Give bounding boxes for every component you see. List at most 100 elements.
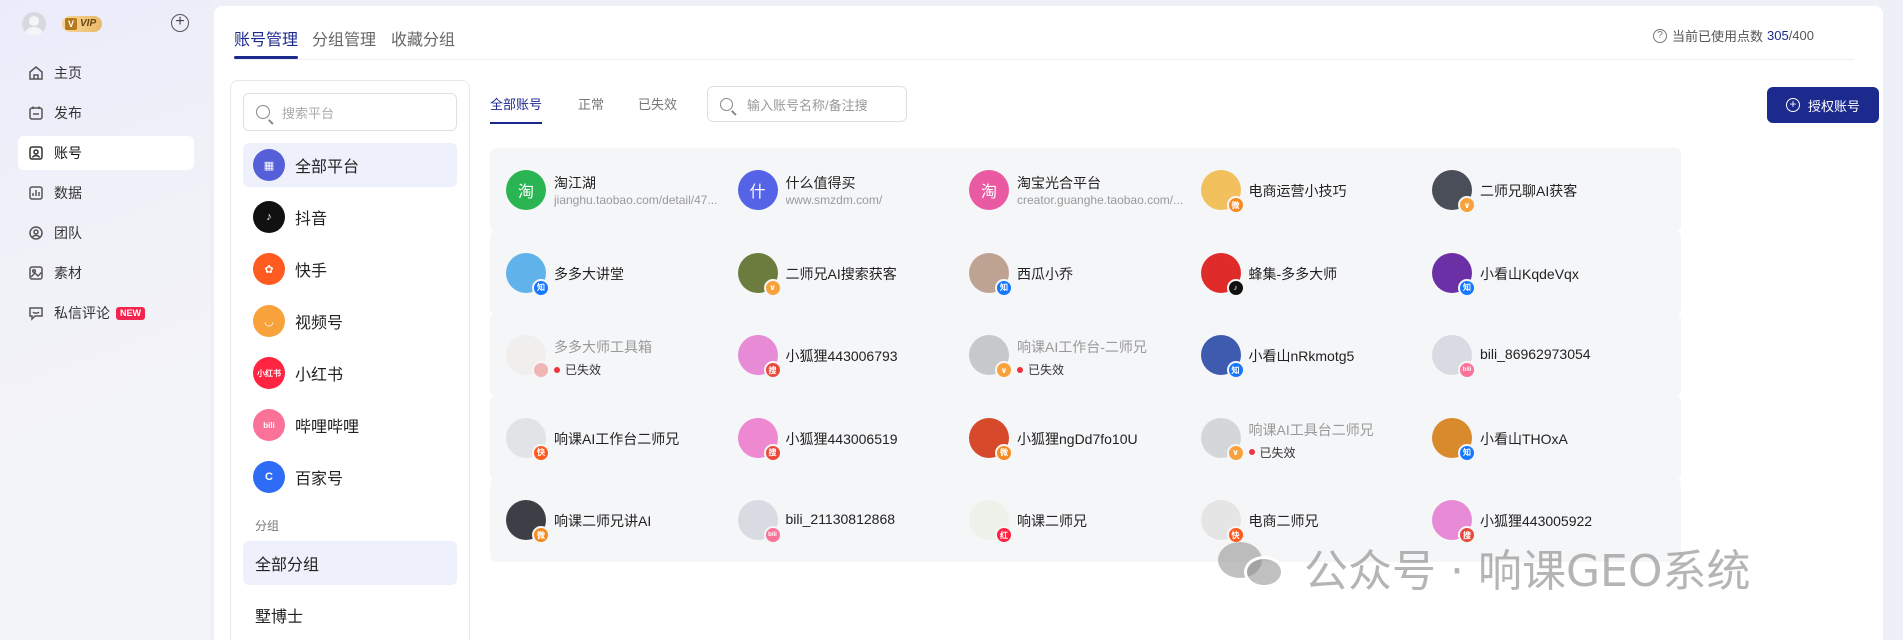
watermark-text: 公众号 · 响课GEO系统 — [1304, 546, 1751, 597]
account-card[interactable]: ♪ 蜂集-多多大师 — [1184, 230, 1450, 315]
platform-icon: ▦ — [253, 149, 285, 181]
platform-panel: 搜索平台 ▦ 全部平台 ♪ 抖音 ✿ 快手 ◡ 视频号小红书 小红书 bili 哔哩哔哩 C 百家号 分… — [230, 80, 470, 640]
account-name: 响课二师兄讲AI — [554, 513, 652, 529]
account-card[interactable]: 多多大师工具箱 已失效 — [490, 313, 755, 397]
plus-icon: + — [1785, 98, 1800, 112]
nav-item-messages[interactable]: 私信评论 NEW — [18, 296, 194, 330]
account-name: 小狐狸443006519 — [785, 430, 898, 447]
group-item-shuboshi[interactable]: 墅博士 — [243, 593, 457, 637]
filter-tab-normal[interactable]: 正常 — [578, 94, 604, 113]
account-card[interactable]: 知小看山KqdeVqx — [1416, 230, 1681, 315]
search-icon — [720, 97, 733, 111]
account-card[interactable]: 快响课AI工作台二师兄 — [490, 395, 755, 480]
account-card[interactable]: 知小看山nRkmotg5 — [1184, 313, 1450, 397]
account-card[interactable]: 搜小狐狸443006519 — [721, 395, 987, 480]
platform-icon: bili — [253, 409, 285, 441]
tab-group-management[interactable]: 分组管理 — [312, 26, 376, 50]
account-card[interactable]: 淘淘宝光合平台 creator.guanghe.taobao.com/... — [953, 148, 1218, 232]
account-url: jianghu.taobao.com/detail/47... — [554, 193, 718, 207]
account-name: 响课AI工作台二师兄 — [554, 430, 680, 447]
add-icon[interactable]: + — [171, 14, 189, 32]
vip-label: VIP — [80, 18, 97, 29]
nav-item-home[interactable]: 主页 — [18, 56, 194, 90]
account-search-input[interactable]: 输入账号名称/备注搜 — [707, 86, 907, 122]
nav-item-publish[interactable]: 发布 — [18, 96, 194, 130]
nav-item-material[interactable]: 素材 — [18, 256, 194, 290]
platform-item[interactable]: 小红书 小红书 — [243, 351, 457, 395]
account-name: bili_21130812868 — [785, 511, 896, 527]
usage-label: 当前已使用点数 — [1671, 29, 1763, 44]
nav-label: 素材 — [54, 265, 82, 281]
account-name: 淘江湖 — [554, 175, 596, 191]
account-card[interactable]: ∨ 二师兄AI搜索获客 — [721, 230, 987, 315]
platform-badge-icon: bili — [763, 526, 782, 544]
account-name: 多多大师工具箱 — [554, 339, 652, 355]
account-card[interactable]: ∨ 响课AI工具台二师兄 已失效 — [1184, 395, 1450, 480]
authorize-account-button[interactable]: + 授权账号 — [1767, 87, 1879, 123]
account-card[interactable]: bili bili_21130812868 — [721, 478, 987, 562]
account-name: 小狐狸443005922 — [1480, 513, 1593, 529]
account-card[interactable]: 微电商运营小技巧 — [1184, 148, 1450, 232]
search-icon — [256, 105, 270, 119]
nav-label: 账号 — [54, 145, 82, 161]
account-name: 响课AI工作台-二师兄 — [1017, 339, 1147, 355]
platform-label: 哔哩哔哩 — [295, 419, 360, 436]
account-card[interactable]: 知小看山THOxA — [1416, 395, 1681, 480]
platform-badge-icon: 知 — [995, 278, 1013, 297]
platform-search-input[interactable]: 搜索平台 — [243, 93, 457, 131]
nav-item-team[interactable]: 团队 — [18, 216, 194, 250]
account-card[interactable]: 什什么值得买 www.smzdm.com/ — [721, 148, 987, 232]
account-card[interactable]: 搜小狐狸443006793 — [721, 313, 987, 397]
platform-badge-icon: 搜 — [763, 443, 782, 462]
help-icon[interactable]: ? — [1652, 28, 1667, 43]
message-icon — [28, 305, 44, 321]
account-card[interactable]: 微小狐狸ngDd7fo10U — [953, 395, 1218, 480]
platform-badge-icon: 微 — [532, 526, 550, 544]
tab-account-management[interactable]: 账号管理 — [234, 26, 299, 59]
platform-item[interactable]: ◡ 视频号 — [243, 299, 457, 343]
user-area: V VIP — [22, 12, 103, 36]
platform-badge-icon: ♪ — [1226, 278, 1245, 297]
account-card[interactable]: ∨ 二师兄聊AI获客 — [1416, 148, 1681, 232]
platform-item[interactable]: bili 哔哩哔哩 — [243, 403, 457, 447]
account-name: 二师兄聊AI获客 — [1480, 183, 1578, 199]
account-name: 小狐狸443006793 — [785, 348, 898, 364]
left-sidebar: V VIP + 主页 发布 账号 数据 团队 素材 私信评论 NEW — [0, 0, 210, 640]
account-name: 蜂集-多多大师 — [1248, 265, 1338, 282]
group-item-all[interactable]: 全部分组 — [243, 541, 457, 585]
platform-icon: 小红书 — [253, 357, 285, 389]
account-card[interactable]: bili bili_86962973054 — [1416, 313, 1681, 397]
filter-tab-all[interactable]: 全部账号 — [490, 94, 543, 124]
vip-badge[interactable]: V VIP — [62, 16, 103, 32]
nav-item-data[interactable]: 数据 — [18, 176, 194, 210]
platform-label: 小红书 — [295, 367, 344, 384]
account-name: 小看山nRkmotg5 — [1248, 348, 1355, 364]
platform-label: 百家号 — [295, 471, 344, 488]
user-avatar[interactable] — [22, 12, 46, 36]
status-dot-icon — [1248, 449, 1255, 455]
platform-item[interactable]: C 百家号 — [243, 455, 457, 499]
status-text: 已失效 — [1028, 363, 1065, 377]
account-card[interactable]: 红响课二师兄 — [953, 478, 1218, 562]
nav-item-account[interactable]: 账号 — [18, 136, 194, 170]
account-card[interactable]: 微响课二师兄讲AI — [490, 478, 755, 562]
platform-item[interactable]: ♪ 抖音 — [243, 195, 457, 239]
account-name: 西瓜小乔 — [1017, 265, 1073, 282]
account-card[interactable]: 知西瓜小乔 — [953, 230, 1218, 315]
account-name: 小狐狸ngDd7fo10U — [1017, 430, 1138, 447]
group-section-label: 分组 — [255, 519, 280, 533]
data-icon — [28, 185, 44, 201]
vip-mark-icon: V — [65, 18, 77, 30]
publish-icon — [28, 105, 44, 121]
account-card[interactable]: 淘淘江湖 jianghu.taobao.com/detail/47... — [490, 148, 755, 232]
status-badge: 已失效 — [1248, 444, 1296, 461]
platform-badge-icon: 红 — [995, 526, 1013, 544]
account-card[interactable]: 知多多大讲堂 — [490, 230, 755, 315]
platform-item[interactable]: ✿ 快手 — [243, 247, 457, 291]
platform-item[interactable]: ▦ 全部平台 — [243, 143, 457, 187]
account-card[interactable]: ∨ 响课AI工作台-二师兄 已失效 — [953, 313, 1218, 397]
account-url: creator.guanghe.taobao.com/... — [1017, 193, 1184, 207]
tab-favorite-groups[interactable]: 收藏分组 — [391, 26, 455, 50]
account-avatar: 淘 — [506, 170, 546, 210]
filter-tab-expired[interactable]: 已失效 — [638, 94, 677, 113]
